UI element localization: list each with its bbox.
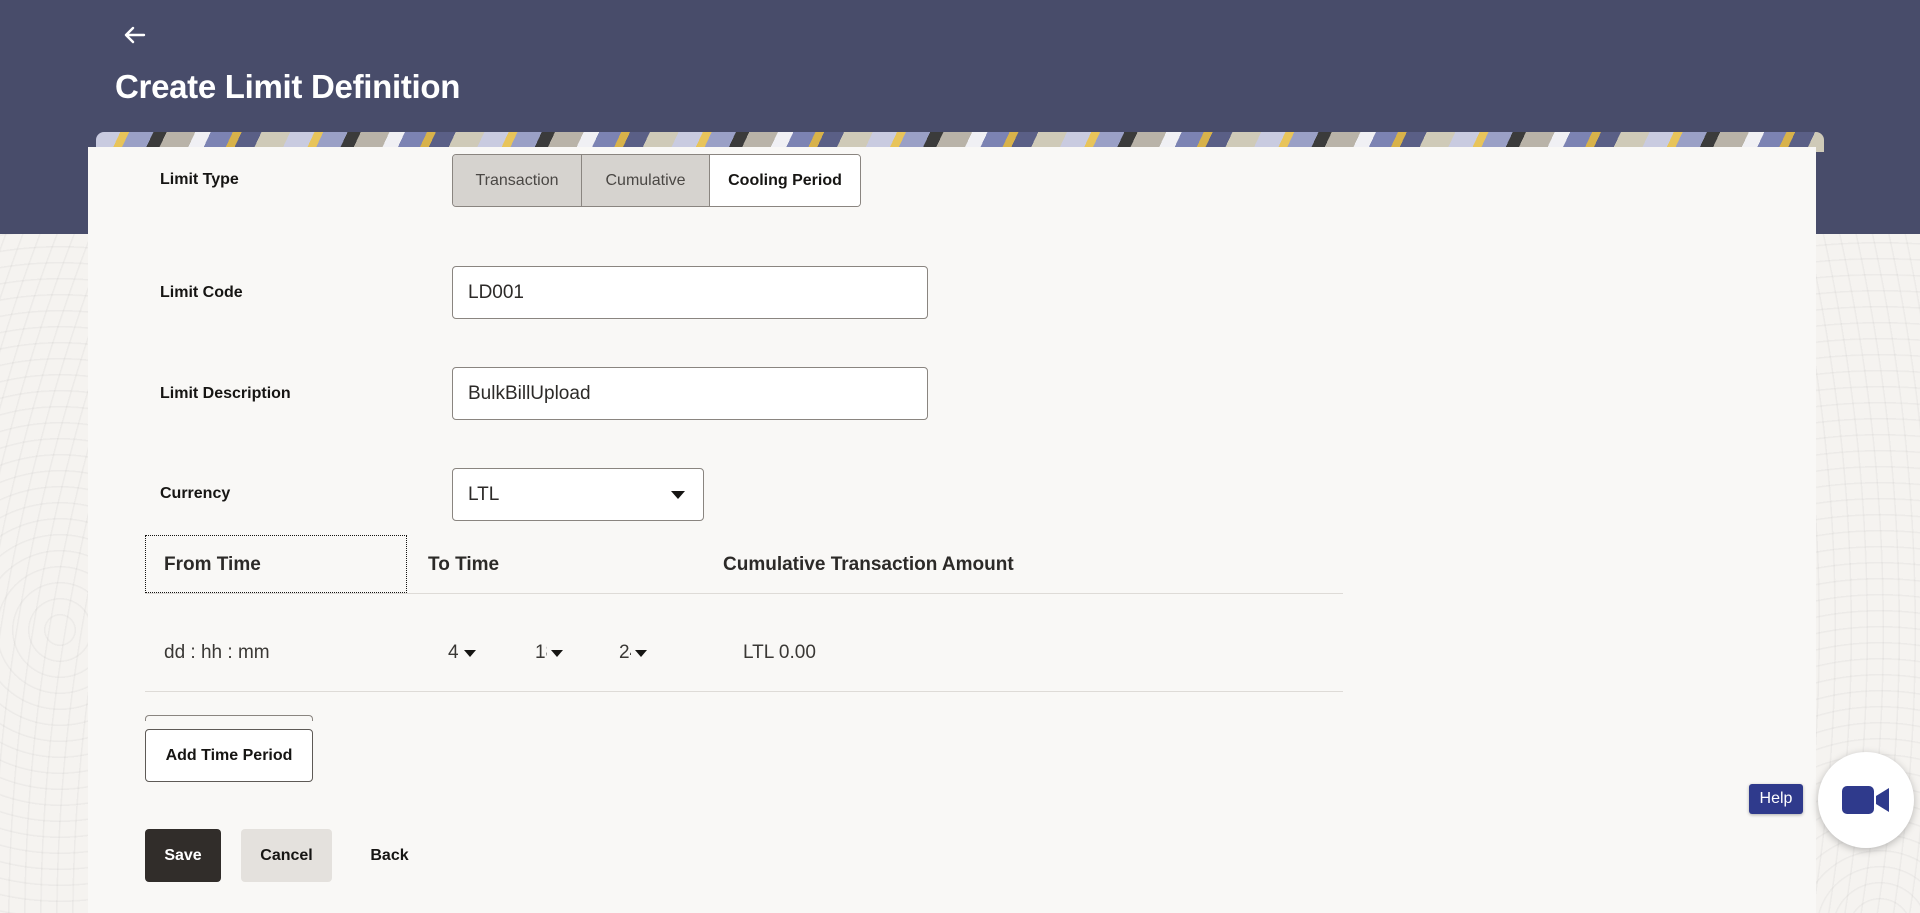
table-row-divider (145, 691, 1343, 692)
to-time-minutes-select[interactable]: 24 (619, 640, 647, 666)
limit-description-label: Limit Description (160, 385, 291, 402)
limit-type-segmented-control: Transaction Cumulative Cooling Period (452, 154, 861, 207)
limit-type-option-cooling-period[interactable]: Cooling Period (710, 155, 860, 206)
form-card (88, 147, 1816, 913)
currency-select[interactable]: LTL (452, 468, 704, 521)
cumulative-amount-value: LTL 0.00 (743, 642, 816, 663)
limit-code-input[interactable]: LD001 (452, 266, 928, 319)
limit-type-label: Limit Type (160, 171, 239, 188)
to-time-days-value: 4 (448, 642, 459, 663)
to-time-days-select[interactable]: 4 (448, 640, 476, 666)
add-button-shadow-edge (145, 715, 313, 721)
add-time-period-button[interactable]: Add Time Period (145, 729, 313, 782)
limit-type-option-transaction[interactable]: Transaction (453, 155, 582, 206)
column-header-from-time: From Time (164, 554, 261, 575)
limit-code-label: Limit Code (160, 284, 243, 301)
to-time-minutes-value: 24 (619, 642, 631, 663)
save-button[interactable]: Save (145, 829, 221, 882)
currency-label: Currency (160, 485, 231, 502)
column-header-cumulative-amount: Cumulative Transaction Amount (723, 554, 1014, 575)
help-badge[interactable]: Help (1749, 784, 1803, 814)
limit-type-option-cumulative[interactable]: Cumulative (582, 155, 710, 206)
page-title: Create Limit Definition (115, 68, 461, 105)
arrow-left-icon[interactable] (122, 22, 152, 52)
from-time-placeholder: dd : hh : mm (164, 642, 270, 663)
cancel-button[interactable]: Cancel (241, 829, 332, 882)
to-time-hours-select[interactable]: 18 (535, 640, 563, 666)
table-header-divider (145, 593, 1343, 594)
limit-description-value: BulkBillUpload (468, 382, 591, 404)
video-camera-icon (1842, 786, 1889, 814)
chevron-down-icon (635, 649, 647, 657)
chevron-down-icon (551, 649, 563, 657)
column-header-to-time: To Time (428, 554, 500, 575)
chevron-down-icon (464, 649, 476, 657)
currency-value: LTL (468, 483, 500, 505)
back-button[interactable]: Back (352, 829, 427, 882)
to-time-hours-value: 18 (535, 642, 547, 663)
limit-description-input[interactable]: BulkBillUpload (452, 367, 928, 420)
limit-code-value: LD001 (468, 281, 524, 303)
video-help-button[interactable] (1818, 752, 1914, 848)
chevron-down-icon (671, 490, 685, 499)
